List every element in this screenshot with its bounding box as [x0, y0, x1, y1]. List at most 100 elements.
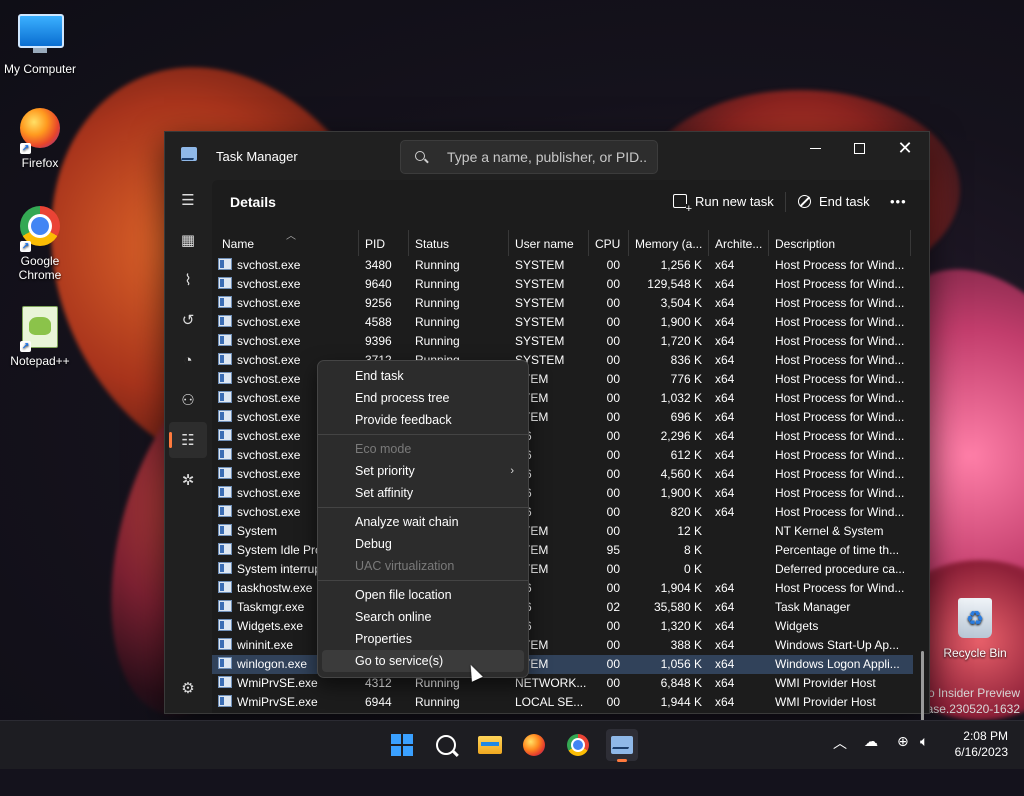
process-icon	[218, 657, 232, 669]
onedrive-tray[interactable]: ☁	[864, 733, 878, 750]
search-box[interactable]	[400, 140, 658, 174]
maximize-button[interactable]	[836, 132, 882, 164]
nav-performance[interactable]: ⌇	[169, 262, 207, 298]
desktop-icon-recycle-bin[interactable]: Recycle Bin	[935, 596, 1015, 660]
desktop-icon-chrome[interactable]: ↗ Google Chrome	[0, 204, 80, 282]
close-button[interactable]: ✕	[882, 132, 928, 164]
cell-text: svchost.exe	[237, 448, 301, 462]
cell-cpu: 00	[589, 446, 620, 465]
desktop-icon-my-computer[interactable]: My Computer	[0, 10, 80, 76]
task-manager-icon	[611, 736, 633, 754]
cell-text: svchost.exe	[237, 467, 301, 481]
table-row[interactable]: svchost.exe 9640 Running SYSTEM 00 129,548 K x…	[212, 275, 913, 294]
taskbar-search-button[interactable]	[430, 729, 462, 761]
column-header-cpu[interactable]: CPU	[589, 230, 629, 256]
menu-item-end-task[interactable]: End task	[322, 365, 524, 387]
nav-details[interactable]: ☷	[169, 422, 207, 458]
system-clock[interactable]: 2:08 PM 6/16/2023	[955, 728, 1008, 760]
column-header-pid[interactable]: PID	[359, 230, 409, 256]
show-hidden-icons-button[interactable]: ︿	[833, 733, 847, 753]
end-task-button[interactable]: End task	[790, 186, 878, 216]
column-header-architecture[interactable]: Archite...	[709, 230, 769, 256]
network-tray[interactable]: ⊕	[897, 733, 909, 750]
taskbar-chrome[interactable]	[562, 729, 594, 761]
menu-item-search-online[interactable]: Search online	[322, 606, 524, 628]
startup-icon: ◔	[183, 351, 193, 369]
title-bar[interactable]: Task Manager ✕	[165, 132, 929, 180]
nav-processes[interactable]: ▦	[169, 222, 207, 258]
run-new-task-label: Run new task	[695, 193, 774, 209]
minimize-button[interactable]	[792, 132, 838, 164]
column-label: Memory (a...	[635, 237, 703, 251]
cell-status: Running	[415, 256, 509, 275]
menu-item-end-process-tree[interactable]: End process tree	[322, 387, 524, 409]
taskbar-task-manager[interactable]	[606, 729, 638, 762]
taskbar-file-explorer[interactable]	[474, 729, 506, 761]
cell-desc: Host Process for Wind...	[775, 503, 911, 522]
column-label: Status	[415, 237, 450, 251]
cell-text: 00	[606, 581, 620, 595]
start-button[interactable]	[386, 729, 418, 761]
menu-item-debug[interactable]: Debug	[322, 533, 524, 555]
menu-item-analyze-wait-chain[interactable]: Analyze wait chain	[322, 511, 524, 533]
cell-status: Running	[415, 275, 509, 294]
cell-text: svchost.exe	[237, 353, 301, 367]
menu-item-provide-feedback[interactable]: Provide feedback	[322, 409, 524, 431]
table-row[interactable]: WmiPrvSE.exe 6944 Running LOCAL SE... 00 1,94…	[212, 693, 913, 712]
cell-text: Host Process for Wind...	[775, 505, 905, 519]
nav-settings[interactable]: ⚙	[169, 670, 207, 706]
desktop-icon-label: My Computer	[3, 62, 77, 76]
more-options-button[interactable]: •••	[882, 186, 915, 216]
column-header-name[interactable]: Name ︿	[216, 230, 359, 256]
cell-text: svchost.exe	[237, 486, 301, 500]
menu-item-set-affinity[interactable]: Set affinity	[322, 482, 524, 504]
column-header-description[interactable]: Description	[769, 230, 911, 256]
menu-item-set-priority[interactable]: Set priority ›	[322, 460, 524, 482]
desktop-icon-firefox[interactable]: ↗ Firefox	[0, 106, 80, 170]
nav-services[interactable]: ✲	[169, 462, 207, 498]
cell-text: x64	[715, 315, 735, 329]
nav-app-history[interactable]: ↺	[169, 302, 207, 338]
run-new-task-button[interactable]: Run new task	[665, 186, 782, 216]
desktop-icon-notepadpp[interactable]: ↗ Notepad++	[0, 304, 80, 368]
hamburger-menu-button[interactable]: ☰	[169, 182, 207, 218]
taskbar-firefox[interactable]	[518, 729, 550, 761]
cell-desc: Host Process for Wind...	[775, 256, 911, 275]
cell-arch: x64	[715, 503, 769, 522]
cell-text: WMI Provider Host	[775, 676, 876, 690]
table-row[interactable]: svchost.exe 9256 Running SYSTEM 00 3,504 K x64…	[212, 294, 913, 313]
menu-item-open-file-location[interactable]: Open file location	[322, 584, 524, 606]
cell-text: 00	[606, 429, 620, 443]
vertical-scrollbar[interactable]	[921, 256, 925, 796]
cell-arch	[715, 560, 769, 579]
column-header-status[interactable]: Status	[409, 230, 509, 256]
cell-text: 1,900 K	[660, 486, 702, 500]
cell-text: 00	[606, 372, 620, 386]
cell-text: svchost.exe	[237, 258, 301, 272]
table-row[interactable]: svchost.exe 9396 Running SYSTEM 00 1,720 K x64…	[212, 332, 913, 351]
firefox-icon	[523, 734, 545, 756]
cell-mem: 1,720 K	[629, 332, 702, 351]
cell-desc: Host Process for Wind...	[775, 484, 911, 503]
menu-item-properties[interactable]: Properties	[322, 628, 524, 650]
chrome-icon: ↗	[18, 206, 62, 252]
cell-text: 00	[606, 524, 620, 538]
cell-mem: 8 K	[629, 541, 702, 560]
process-icon	[218, 581, 232, 593]
nav-startup-apps[interactable]: ◔	[169, 342, 207, 378]
menu-item-go-to-service-s[interactable]: Go to service(s)	[322, 650, 524, 672]
run-task-icon	[673, 194, 692, 214]
cell-desc: Percentage of time th...	[775, 541, 911, 560]
search-input[interactable]	[445, 146, 649, 168]
cell-text: 0 K	[683, 562, 702, 576]
cell-text: 00	[606, 676, 620, 690]
column-header-username[interactable]: User name	[509, 230, 589, 256]
cell-text: 1,056 K	[660, 657, 702, 671]
nav-users[interactable]: ⚇	[169, 382, 207, 418]
cell-text: svchost.exe	[237, 277, 301, 291]
table-row[interactable]: WmiPrvSE.exe 4312 Running NETWORK... 00 6,848…	[212, 674, 913, 693]
volume-tray[interactable]: 🔈︎	[920, 733, 928, 750]
column-header-memory[interactable]: Memory (a...	[629, 230, 709, 256]
table-row[interactable]: svchost.exe 4588 Running SYSTEM 00 1,900 K x64…	[212, 313, 913, 332]
table-row[interactable]: svchost.exe 3480 Running SYSTEM 00 1,256 K x64…	[212, 256, 913, 275]
